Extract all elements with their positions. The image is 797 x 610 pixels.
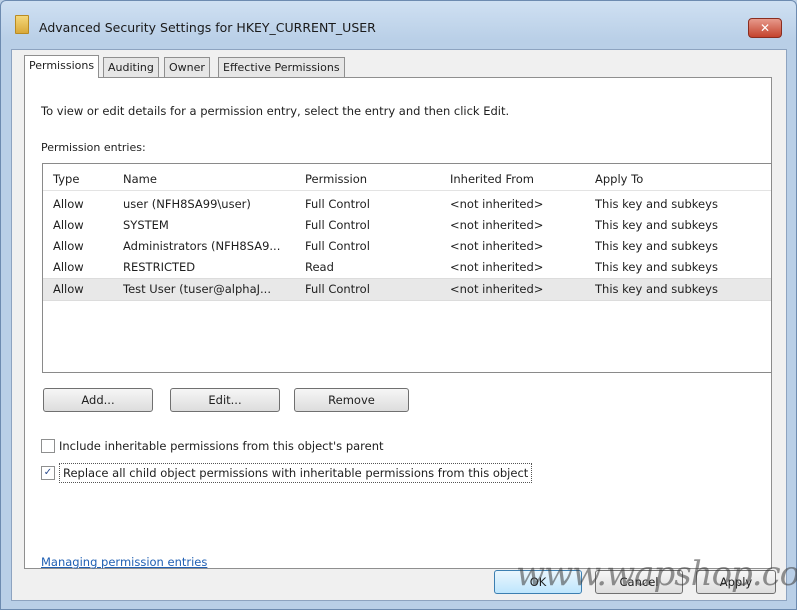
permission-entries-label: Permission entries: xyxy=(41,141,146,154)
list-header: Type Name Permission Inherited From Appl… xyxy=(43,164,771,191)
cell-apply-to: This key and subkeys xyxy=(595,218,718,232)
cell-permission: Full Control xyxy=(305,218,370,232)
include-inheritable-label: Include inheritable permissions from thi… xyxy=(59,439,384,453)
cell-apply-to: This key and subkeys xyxy=(595,197,718,211)
window-title: Advanced Security Settings for HKEY_CURR… xyxy=(39,20,376,35)
cell-apply-to: This key and subkeys xyxy=(595,260,718,274)
cell-type: Allow xyxy=(53,218,84,232)
column-header-name[interactable]: Name xyxy=(123,172,157,186)
column-header-permission[interactable]: Permission xyxy=(305,172,367,186)
cell-name: SYSTEM xyxy=(123,218,169,232)
edit-button[interactable]: Edit... xyxy=(170,388,280,412)
cell-permission: Read xyxy=(305,260,334,274)
dialog-client-area: Permissions Auditing Owner Effective Per… xyxy=(11,49,787,601)
table-row-selected[interactable]: Allow Test User (tuser@alphaJ... Full Co… xyxy=(43,278,771,301)
cell-type: Allow xyxy=(53,239,84,253)
title-bar[interactable]: Advanced Security Settings for HKEY_CURR… xyxy=(1,1,796,41)
permission-entries-list[interactable]: Type Name Permission Inherited From Appl… xyxy=(42,163,772,373)
cell-inherited-from: <not inherited> xyxy=(450,260,544,274)
remove-button[interactable]: Remove xyxy=(294,388,409,412)
tab-owner[interactable]: Owner xyxy=(164,57,210,77)
cell-apply-to: This key and subkeys xyxy=(595,239,718,253)
cell-name: Administrators (NFH8SA9... xyxy=(123,239,281,253)
table-row[interactable]: Allow SYSTEM Full Control <not inherited… xyxy=(43,215,771,236)
managing-permission-entries-link[interactable]: Managing permission entries xyxy=(41,555,207,569)
cell-type: Allow xyxy=(53,260,84,274)
cell-inherited-from: <not inherited> xyxy=(450,282,544,296)
include-inheritable-row[interactable]: Include inheritable permissions from thi… xyxy=(41,438,384,454)
cell-inherited-from: <not inherited> xyxy=(450,197,544,211)
replace-child-checkbox[interactable]: ✓ xyxy=(41,465,55,480)
cell-permission: Full Control xyxy=(305,282,370,296)
watermark: www.wapshop.com xyxy=(516,554,797,594)
dialog-window: Advanced Security Settings for HKEY_CURR… xyxy=(0,0,797,610)
cell-type: Allow xyxy=(53,197,84,211)
table-row[interactable]: Allow RESTRICTED Read <not inherited> Th… xyxy=(43,257,771,278)
cell-permission: Full Control xyxy=(305,197,370,211)
tab-permissions[interactable]: Permissions xyxy=(24,55,100,78)
column-header-apply-to[interactable]: Apply To xyxy=(595,172,643,186)
replace-child-label: Replace all child object permissions wit… xyxy=(59,463,533,483)
include-inheritable-checkbox[interactable] xyxy=(41,438,55,453)
cell-permission: Full Control xyxy=(305,239,370,253)
cell-inherited-from: <not inherited> xyxy=(450,239,544,253)
permissions-tab-panel: To view or edit details for a permission… xyxy=(24,77,772,569)
cell-name: user (NFH8SA99\user) xyxy=(123,197,251,211)
cell-apply-to: This key and subkeys xyxy=(595,282,718,296)
cell-name: RESTRICTED xyxy=(123,260,196,274)
close-button[interactable]: ✕ xyxy=(748,18,782,38)
cell-name: Test User (tuser@alphaJ... xyxy=(123,282,271,296)
table-row[interactable]: Allow Administrators (NFH8SA9... Full Co… xyxy=(43,236,771,257)
replace-child-row[interactable]: ✓ Replace all child object permissions wi… xyxy=(41,463,533,483)
cell-inherited-from: <not inherited> xyxy=(450,218,544,232)
cell-type: Allow xyxy=(53,282,84,296)
add-button[interactable]: Add... xyxy=(43,388,153,412)
tab-effective-permissions[interactable]: Effective Permissions xyxy=(218,57,345,77)
instructions-text: To view or edit details for a permission… xyxy=(41,104,510,118)
folder-icon xyxy=(15,15,29,34)
tab-auditing[interactable]: Auditing xyxy=(103,57,159,77)
column-header-type[interactable]: Type xyxy=(53,172,79,186)
table-row[interactable]: Allow user (NFH8SA99\user) Full Control … xyxy=(43,194,771,215)
column-header-inherited-from[interactable]: Inherited From xyxy=(450,172,534,186)
